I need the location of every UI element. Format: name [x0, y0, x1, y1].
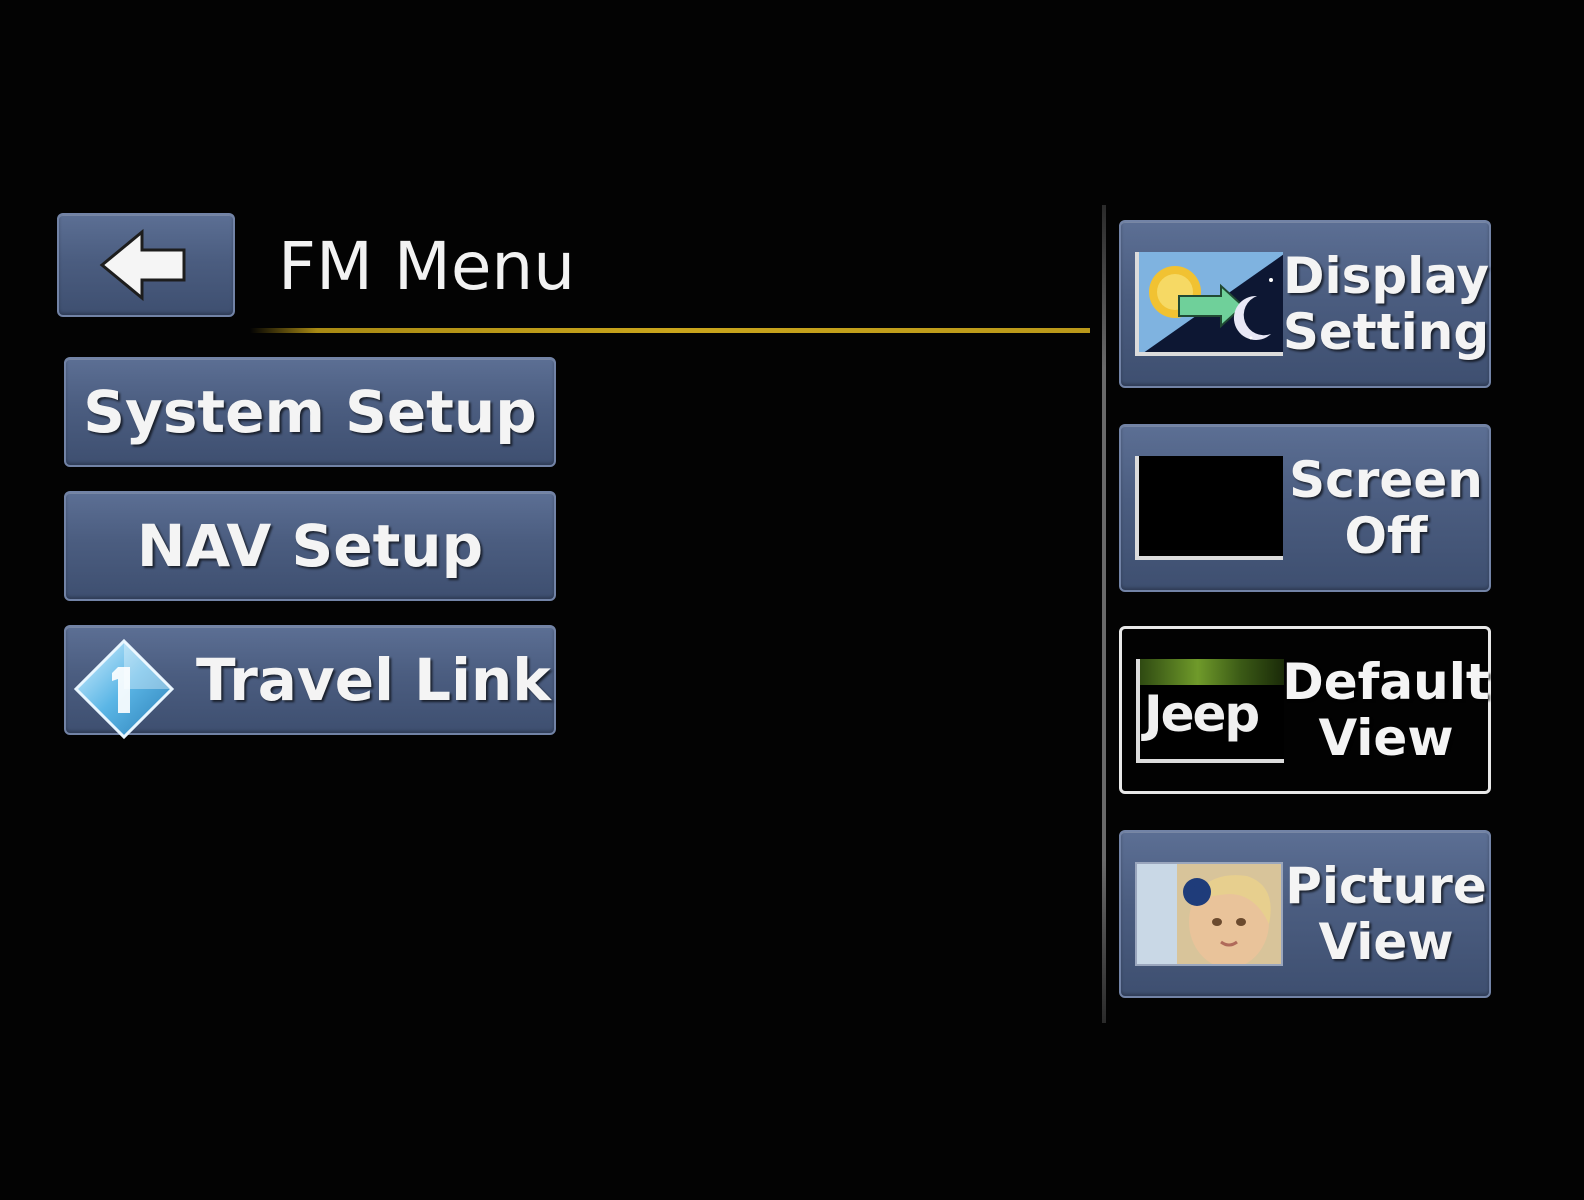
display-setting-line2: Setting	[1282, 303, 1490, 361]
jeep-logo-text: Jeep	[1144, 685, 1260, 743]
screen-off-icon	[1135, 456, 1283, 560]
panel-divider	[1102, 205, 1106, 1023]
page-title: FM Menu	[278, 228, 576, 305]
title-underline	[250, 328, 1090, 333]
system-setup-label: System Setup	[83, 378, 537, 446]
travel-link-diamond-icon	[73, 638, 175, 740]
screen-off-button[interactable]: Screen Off	[1119, 424, 1491, 592]
picture-view-label: Picture View	[1285, 832, 1487, 996]
back-arrow-icon	[99, 228, 186, 302]
display-setting-icon	[1135, 252, 1283, 356]
default-view-button[interactable]: Jeep Default View	[1119, 626, 1491, 794]
jeep-logo-background	[1140, 659, 1284, 685]
display-setting-label: Display Setting	[1283, 222, 1489, 386]
system-setup-button[interactable]: System Setup	[64, 357, 556, 467]
jeep-logo-icon: Jeep	[1136, 659, 1284, 763]
default-view-line2: View	[1318, 709, 1454, 767]
screen-off-line1: Screen	[1289, 451, 1483, 509]
display-setting-button[interactable]: Display Setting	[1119, 220, 1491, 388]
travel-link-button[interactable]: Travel Link	[64, 625, 556, 740]
screen-off-line2: Off	[1344, 507, 1428, 565]
default-view-line1: Default	[1282, 653, 1490, 711]
picture-view-line2: View	[1318, 913, 1454, 971]
travel-link-label: Travel Link	[196, 646, 551, 714]
picture-view-button[interactable]: Picture View	[1119, 830, 1491, 998]
nav-setup-button[interactable]: NAV Setup	[64, 491, 556, 601]
screen-off-label: Screen Off	[1289, 426, 1483, 590]
fm-menu-screen: FM Menu System Setup NAV Setup Travel Li…	[0, 0, 1584, 1200]
default-view-label: Default View	[1282, 629, 1490, 791]
picture-thumbnail-icon	[1135, 862, 1283, 966]
display-setting-line1: Display	[1282, 247, 1490, 305]
back-button[interactable]	[57, 213, 235, 317]
picture-view-line1: Picture	[1285, 857, 1487, 915]
nav-setup-label: NAV Setup	[136, 512, 484, 580]
